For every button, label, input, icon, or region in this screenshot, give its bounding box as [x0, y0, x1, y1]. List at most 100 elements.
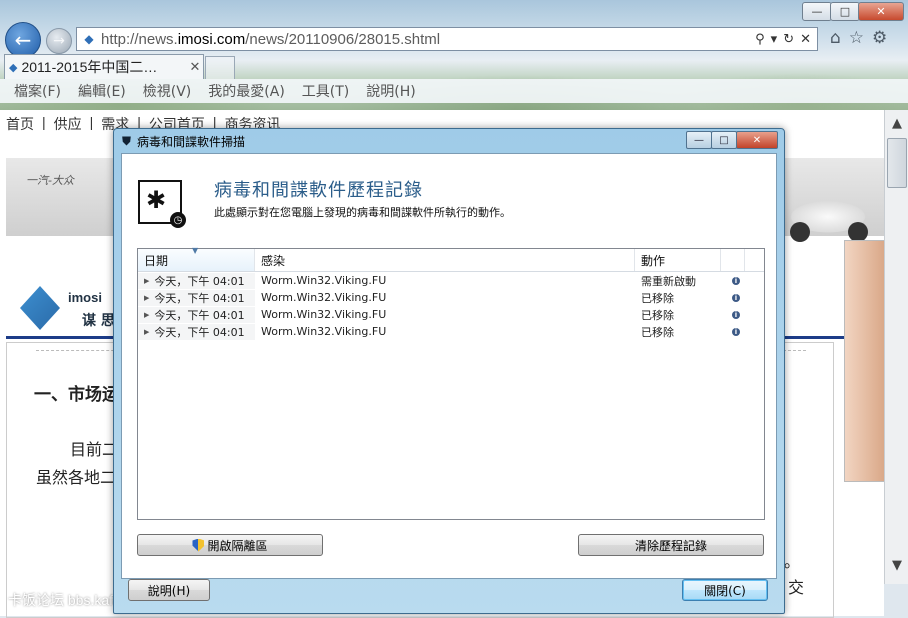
article-text-fragment: 。: [784, 552, 801, 571]
open-quarantine-button[interactable]: 開啟隔離區: [137, 534, 323, 556]
dialog-titlebar[interactable]: ⛊ 病毒和間諜軟件掃描: [114, 129, 784, 153]
dialog-minimize-button[interactable]: —: [686, 131, 712, 149]
nav-separator: |: [42, 114, 46, 130]
column-info: [721, 249, 745, 271]
table-row[interactable]: ▶ 今天，下午 04:01 Worm.Win32.Viking.FU 已移除 i: [138, 306, 764, 323]
home-icon[interactable]: ⌂: [830, 28, 841, 48]
table-row[interactable]: ▶ 今天，下午 04:01 Worm.Win32.Viking.FU 需重新啟動 …: [138, 272, 764, 289]
car-image: [776, 170, 880, 248]
clear-history-label: 清除歷程記錄: [634, 538, 707, 553]
arrow-left-icon: ←: [14, 28, 32, 52]
history-description: 此處顯示對在您電腦上發現的病毒和間諜軟件所執行的動作。: [214, 206, 511, 219]
row-date: 今天，下午 04:01: [154, 291, 245, 305]
menu-bar: 檔案(F) 編輯(E) 檢視(V) 我的最愛(A) 工具(T) 說明(H): [0, 79, 908, 103]
column-date[interactable]: ▼ 日期: [138, 246, 255, 271]
help-label: 說明(H): [147, 583, 191, 598]
banner-brand: 一汽-大众: [26, 174, 74, 187]
row-date: 今天，下午 04:01: [154, 308, 245, 322]
vertical-scrollbar[interactable]: ▲ ▼: [884, 110, 908, 584]
expand-arrow-icon[interactable]: ▶: [144, 328, 149, 336]
row-action: 需重新啟動: [641, 274, 696, 288]
menu-file[interactable]: 檔案(F): [14, 81, 61, 101]
defender-history-dialog: ⛊ 病毒和間諜軟件掃描 — □ ✕ ✱ ◷ 病毒和間諜軟件歷程記錄 此處顯示對在…: [113, 128, 785, 614]
row-infection: Worm.Win32.Viking.FU: [261, 308, 387, 321]
uac-shield-icon: [192, 538, 205, 552]
row-action: 已移除: [641, 325, 674, 339]
history-table: ▼ 日期 感染 動作 ▶ 今天，下午 04:01 Worm.Win32.Vikin…: [137, 246, 765, 520]
info-icon[interactable]: i: [732, 327, 740, 336]
clear-history-button[interactable]: 清除歷程記錄: [578, 534, 764, 556]
tab-title: 2011-2015年中国二…: [21, 59, 158, 75]
article-paragraph: 虽然各地二: [36, 468, 117, 487]
new-tab-button[interactable]: [205, 56, 235, 79]
expand-arrow-icon[interactable]: ▶: [144, 294, 149, 302]
table-rows: ▶ 今天，下午 04:01 Worm.Win32.Viking.FU 需重新啟動 …: [138, 272, 764, 340]
logo-mark-icon: [20, 286, 60, 330]
nav-supply-link[interactable]: 供应: [54, 114, 82, 134]
side-ad-image[interactable]: [844, 240, 886, 482]
info-icon[interactable]: i: [732, 293, 740, 302]
open-quarantine-label: 開啟隔離區: [207, 538, 268, 553]
search-icon[interactable]: ⚲: [755, 32, 765, 47]
info-icon[interactable]: i: [732, 310, 740, 319]
table-row[interactable]: ▶ 今天，下午 04:01 Worm.Win32.Viking.FU 已移除 i: [138, 323, 764, 340]
refresh-icon[interactable]: ↻: [783, 32, 794, 47]
address-url[interactable]: http://news.imosi.com/news/20110906/2801…: [101, 31, 755, 48]
virus-history-icon: ✱ ◷: [138, 180, 186, 228]
help-button[interactable]: 說明(H): [128, 579, 210, 601]
scroll-up-icon[interactable]: ▲: [885, 116, 908, 131]
window-maximize-button[interactable]: □: [830, 2, 860, 21]
nav-home-link[interactable]: 首页: [6, 114, 34, 134]
dialog-maximize-button[interactable]: □: [711, 131, 737, 149]
close-button[interactable]: 關閉(C): [682, 579, 768, 601]
menu-tools[interactable]: 工具(T): [302, 81, 349, 101]
arrow-right-icon: →: [53, 33, 65, 49]
chevron-down-icon[interactable]: ▾: [771, 32, 778, 47]
menu-view[interactable]: 檢視(V): [143, 81, 192, 101]
stop-icon[interactable]: ✕: [800, 32, 811, 47]
menu-help[interactable]: 說明(H): [366, 81, 415, 101]
table-row[interactable]: ▶ 今天，下午 04:01 Worm.Win32.Viking.FU 已移除 i: [138, 289, 764, 306]
dialog-title: 病毒和間諜軟件掃描: [137, 134, 246, 149]
scroll-down-icon[interactable]: ▼: [885, 558, 908, 573]
tab-favicon-icon: ◆: [9, 60, 18, 74]
tab-active[interactable]: ◆ 2011-2015年中国二… ✕: [4, 54, 204, 79]
expand-arrow-icon[interactable]: ▶: [144, 277, 149, 285]
menu-edit[interactable]: 編輯(E): [78, 81, 126, 101]
forward-button[interactable]: →: [46, 28, 72, 54]
row-infection: Worm.Win32.Viking.FU: [261, 291, 387, 304]
dialog-body: ✱ ◷ 病毒和間諜軟件歷程記錄 此處顯示對在您電腦上發現的病毒和間諜軟件所執行的…: [121, 153, 777, 579]
gear-icon[interactable]: ⚙: [872, 28, 887, 48]
site-favicon-icon: ◆: [84, 32, 94, 46]
history-heading: 病毒和間諜軟件歷程記錄: [214, 180, 423, 201]
site-logo[interactable]: imosi 谋 思: [6, 280, 116, 340]
tab-close-icon[interactable]: ✕: [187, 60, 203, 75]
bug-icon: ✱: [146, 186, 167, 214]
logo-text: imosi: [68, 290, 102, 305]
sort-descending-icon: ▼: [192, 246, 199, 255]
window-minimize-button[interactable]: —: [802, 2, 832, 21]
row-date: 今天，下午 04:01: [154, 325, 245, 339]
article-text-fragment: 交: [788, 578, 805, 597]
logo-subtext: 谋 思: [82, 313, 115, 329]
dialog-close-button[interactable]: ✕: [736, 131, 778, 149]
scroll-thumb[interactable]: [887, 138, 907, 188]
row-date: 今天，下午 04:01: [154, 274, 245, 288]
info-icon[interactable]: i: [732, 276, 740, 285]
menu-favorites[interactable]: 我的最愛(A): [208, 81, 285, 101]
row-action: 已移除: [641, 308, 674, 322]
address-bar[interactable]: ◆ http://news.imosi.com/news/20110906/28…: [76, 27, 818, 51]
nav-separator: |: [89, 114, 94, 130]
expand-arrow-icon[interactable]: ▶: [144, 311, 149, 319]
favorites-star-icon[interactable]: ☆: [849, 28, 864, 48]
back-button[interactable]: ←: [5, 22, 41, 58]
column-infection[interactable]: 感染: [255, 249, 635, 271]
row-infection: Worm.Win32.Viking.FU: [261, 325, 387, 338]
row-action: 已移除: [641, 291, 674, 305]
column-action[interactable]: 動作: [635, 249, 721, 271]
shield-icon: ⛊: [122, 133, 132, 148]
close-label: 關閉(C): [704, 583, 746, 598]
window-close-button[interactable]: ✕: [858, 2, 904, 21]
article-paragraph: 目前二: [70, 440, 119, 459]
row-infection: Worm.Win32.Viking.FU: [261, 274, 387, 287]
